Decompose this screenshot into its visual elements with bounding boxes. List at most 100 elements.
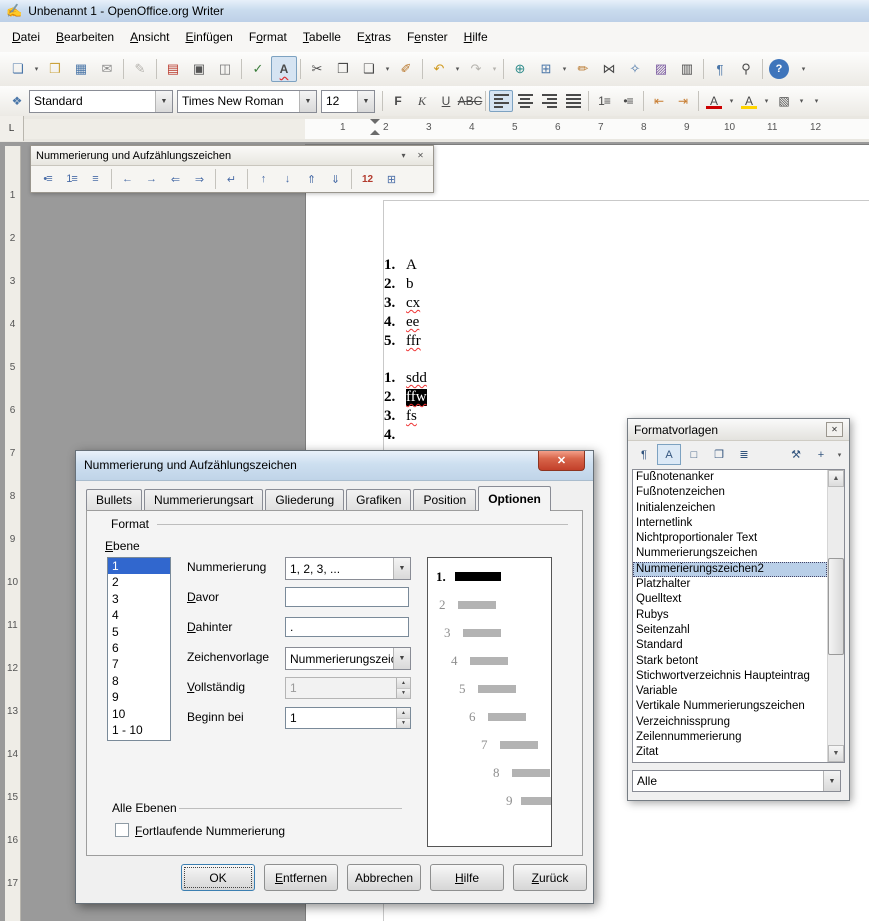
level-item[interactable]: 10 [108, 706, 170, 722]
numbered-list-onoff-icon[interactable]: 1≡ [60, 169, 83, 189]
style-item[interactable]: Verzeichnissprung [633, 715, 827, 730]
style-item[interactable]: Variable [633, 684, 827, 699]
combo-arrow-icon[interactable]: ▼ [299, 91, 316, 112]
fill-format-mode-icon[interactable]: ⚒ [784, 444, 808, 465]
increase-indent-icon[interactable]: ⇥ [671, 90, 695, 112]
indent-marker[interactable] [370, 119, 380, 135]
character-styles-icon[interactable]: A [657, 444, 681, 465]
export-pdf-icon[interactable]: ▤ [160, 56, 186, 82]
ok-button[interactable]: OK [181, 864, 255, 891]
move-down-with-subpoints-icon[interactable]: ⇓ [324, 169, 347, 189]
menu-datei[interactable]: Datei [4, 26, 48, 48]
print-icon[interactable]: ▣ [186, 56, 212, 82]
style-item[interactable]: Nummerierungszeichen [633, 546, 827, 561]
list-item[interactable]: 1.sdd [384, 370, 427, 389]
spellcheck-icon[interactable]: ✓ [245, 56, 271, 82]
tab-position[interactable]: Position [413, 489, 476, 510]
move-up-with-subpoints-icon[interactable]: ⇑ [300, 169, 323, 189]
styles-panel-close-button[interactable]: ✕ [826, 422, 843, 437]
align-center-icon[interactable] [513, 90, 537, 112]
move-up-icon[interactable]: ↑ [252, 169, 275, 189]
toolbar-options-icon[interactable]: ▾ [798, 57, 809, 81]
font-name-combo[interactable]: Times New Roman ▼ [177, 90, 317, 113]
undo-dropdown-icon[interactable]: ▾ [452, 57, 463, 81]
menu-bearbeiten[interactable]: Bearbeiten [48, 26, 122, 48]
level-item[interactable]: 3 [108, 591, 170, 607]
style-item[interactable]: Fußnotenanker [633, 470, 827, 485]
promote-with-subpoints-icon[interactable]: ⇐ [164, 169, 187, 189]
menu-ansicht[interactable]: Ansicht [122, 26, 177, 48]
promote-level-icon[interactable]: ← [116, 169, 139, 189]
open-icon[interactable]: ❒ [42, 56, 68, 82]
level-item[interactable]: 5 [108, 624, 170, 640]
list-item[interactable]: 3.cx [384, 295, 421, 314]
toolbar-options-icon[interactable]: ▾ [811, 89, 822, 113]
new-document-icon[interactable]: ❏ [5, 56, 31, 82]
scroll-down-icon[interactable]: ▼ [828, 745, 844, 762]
new-style-from-selection-icon[interactable]: + [809, 444, 833, 465]
email-icon[interactable]: ✉ [94, 56, 120, 82]
background-color-icon[interactable]: ▧ [772, 90, 796, 112]
hyperlink-icon[interactable]: ⊕ [507, 56, 533, 82]
draw-functions-icon[interactable]: ✏ [570, 56, 596, 82]
combo-arrow-icon[interactable]: ▼ [155, 91, 172, 112]
remove-button[interactable]: Entfernen [264, 864, 338, 891]
style-item[interactable]: Quelltext [633, 592, 827, 607]
close-icon[interactable]: ✕ [413, 149, 428, 162]
styles-panel-titlebar[interactable]: Formatvorlagen ✕ [628, 419, 849, 441]
dialog-close-button[interactable]: ✕ [538, 451, 585, 471]
frame-styles-icon[interactable]: □ [682, 444, 706, 465]
style-item[interactable]: Standard [633, 638, 827, 653]
scrollbar-thumb[interactable] [828, 558, 844, 655]
tab-nummerierungsart[interactable]: Nummerierungsart [144, 489, 263, 510]
move-down-icon[interactable]: ↓ [276, 169, 299, 189]
font-size-combo[interactable]: 12 ▼ [321, 90, 375, 113]
style-item[interactable]: Initialenzeichen [633, 501, 827, 516]
font-color-icon[interactable]: A [702, 90, 726, 112]
align-right-icon[interactable] [537, 90, 561, 112]
menu-hilfe[interactable]: Hilfe [456, 26, 496, 48]
styles-scrollbar[interactable]: ▲ ▼ [827, 470, 844, 762]
level-item[interactable]: 6 [108, 640, 170, 656]
level-item[interactable]: 7 [108, 656, 170, 672]
numbering-combo[interactable]: 1, 2, 3, ... ▼ [285, 557, 411, 580]
reset-button[interactable]: Zurück [513, 864, 587, 891]
align-left-icon[interactable] [489, 90, 513, 112]
no-list-icon[interactable]: ≡ [84, 169, 107, 189]
consecutive-numbering-row[interactable]: Fortlaufende Nummerierung [115, 823, 285, 838]
start-at-input[interactable] [286, 708, 396, 728]
styles-window-icon[interactable]: ❖ [5, 90, 29, 112]
decrease-indent-icon[interactable]: ⇤ [647, 90, 671, 112]
paragraph-style-combo[interactable]: Standard ▼ [29, 90, 173, 113]
spin-down-icon[interactable]: ▼ [397, 718, 410, 729]
style-item[interactable]: Vertikale Nummerierungszeichen [633, 699, 827, 714]
demote-level-icon[interactable]: → [140, 169, 163, 189]
bullet-list-onoff-icon[interactable]: •≡ [36, 169, 59, 189]
list-item[interactable]: 4.ee [384, 314, 421, 333]
numbering-dialog-icon[interactable]: ⊞ [380, 169, 403, 189]
combo-arrow-icon[interactable]: ▼ [393, 558, 410, 579]
zoom-icon[interactable]: ⚲ [733, 56, 759, 82]
level-item[interactable]: 1 [108, 558, 170, 574]
new-dropdown-icon[interactable]: ▾ [31, 57, 42, 81]
scroll-up-icon[interactable]: ▲ [828, 470, 844, 487]
level-item[interactable]: 9 [108, 689, 170, 705]
find-replace-icon[interactable]: ⋈ [596, 56, 622, 82]
tab-bullets[interactable]: Bullets [86, 489, 142, 510]
level-item[interactable]: 4 [108, 607, 170, 623]
charstyle-combo[interactable]: Nummerierungszeic ▼ [285, 647, 411, 670]
new-style-dropdown-icon[interactable]: ▾ [834, 445, 845, 464]
italic-icon[interactable]: K [410, 90, 434, 112]
menu-extras[interactable]: Extras [349, 26, 399, 48]
redo-dropdown-icon[interactable]: ▾ [489, 57, 500, 81]
underline-icon[interactable]: U [434, 90, 458, 112]
menu-einfuegen[interactable]: Einfügen [177, 26, 240, 48]
numbered-list-icon[interactable]: 1≡ [592, 90, 616, 112]
cut-icon[interactable]: ✂ [304, 56, 330, 82]
tab-gliederung[interactable]: Gliederung [265, 489, 344, 510]
spin-up-icon[interactable]: ▲ [397, 708, 410, 718]
highlight-dropdown-icon[interactable]: ▾ [761, 89, 772, 113]
style-item-selected[interactable]: Nummerierungszeichen2 [633, 562, 827, 577]
float-toolbar-titlebar[interactable]: Nummerierung und Aufzählungszeichen ▾ ✕ [31, 146, 433, 166]
style-item[interactable]: Seitenzahl [633, 623, 827, 638]
